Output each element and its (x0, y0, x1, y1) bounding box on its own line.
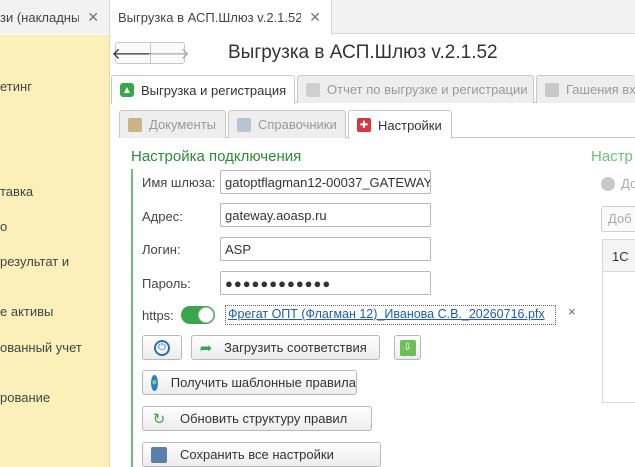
toggle-knob (198, 307, 214, 323)
address-input[interactable]: gateway.aoasp.ru (220, 203, 431, 227)
save-all-settings-button[interactable]: Сохранить все настройки (142, 442, 381, 467)
remove-certificate-icon[interactable]: × (568, 304, 576, 319)
update-rules-structure-button[interactable]: ↻ Обновить структуру правил (142, 406, 372, 431)
settings-tab-bar: Документы Справочники ✚ Настройки (119, 110, 635, 139)
login-input[interactable]: ASP (220, 237, 431, 261)
login-label: Логин: (142, 242, 181, 257)
stamp-icon (545, 82, 559, 97)
forward-arrow-icon[interactable]: 🡒 (147, 43, 190, 63)
tab-documents[interactable]: Документы (119, 110, 226, 138)
tab-settings[interactable]: ✚ Настройки (348, 110, 452, 139)
get-template-rules-button[interactable]: ● Получить шаблонные правила (142, 370, 357, 395)
tab-report[interactable]: Отчет по выгрузке и регистрации (297, 75, 534, 103)
certificate-link[interactable]: Фрегат ОПТ (Флагман 12)_Иванова С.В._202… (225, 305, 556, 325)
button-label: Загрузить соответствия (224, 340, 367, 355)
tab-label: Отчет по выгрузке и регистрации (327, 82, 528, 97)
report-icon (306, 82, 320, 97)
navigation-buttons: 🡐 🡒 (112, 42, 190, 64)
add-button[interactable]: Доб (601, 206, 635, 232)
button-label: Обновить структуру правил (180, 411, 348, 426)
sidebar-item-result[interactable]: результат и (0, 254, 69, 269)
power-icon: ⏻ (154, 339, 170, 356)
password-label: Пароль: (142, 276, 191, 291)
right-panel-subtitle-text: До (621, 176, 635, 191)
import-file-button[interactable]: ⇩ (394, 335, 421, 360)
close-icon[interactable]: ✕ (301, 9, 321, 26)
sidebar-item-planning[interactable]: рование (0, 390, 50, 405)
tab-catalogs[interactable]: Справочники (228, 110, 346, 138)
gear-icon (601, 176, 615, 191)
window-tab-export[interactable]: Выгрузка в АСП.Шлюз v.2.1.52 ✕ (110, 0, 332, 35)
globe-icon: ● (151, 374, 158, 391)
settings-icon: ✚ (357, 118, 371, 132)
tab-redemption[interactable]: Гашения вх (536, 75, 635, 103)
export-form: 🡐 🡒 Выгрузка в АСП.Шлюз v.2.1.52 ▲ Выгру… (111, 35, 635, 467)
column-header-1c[interactable]: 1С (603, 240, 635, 272)
https-label: https: (142, 308, 174, 323)
import-icon: ⇩ (399, 339, 416, 356)
power-button[interactable]: ⏻ (142, 335, 182, 360)
save-icon (151, 446, 167, 463)
sections-sidebar: етинг тавка о результат и е активы ованн… (0, 35, 110, 467)
documents-icon (128, 117, 142, 132)
address-label: Адрес: (142, 209, 183, 224)
tab-label: Справочники (258, 117, 337, 132)
sidebar-item-o[interactable]: о (0, 219, 7, 234)
tab-export-registration[interactable]: ▲ Выгрузка и регистрация (111, 75, 295, 104)
sidebar-item-rates[interactable]: тавка (0, 184, 33, 199)
right-section-title: Настр (591, 148, 633, 165)
right-panel-subtitle: До (601, 176, 635, 191)
https-toggle[interactable] (181, 306, 215, 324)
password-input[interactable]: ●●●●●●●●●●●● (220, 271, 431, 295)
back-arrow-icon[interactable]: 🡐 (112, 43, 154, 63)
form-title: Выгрузка в АСП.Шлюз v.2.1.52 (228, 42, 498, 63)
green-upload-icon: ▲ (120, 83, 134, 97)
tab-label: Гашения вх (566, 82, 635, 97)
section-divider (131, 169, 133, 467)
main-tab-bar: ▲ Выгрузка и регистрация Отчет по выгруз… (111, 75, 635, 104)
sidebar-item-marketing[interactable]: етинг (0, 79, 32, 94)
button-label: Получить шаблонные правила (170, 375, 356, 390)
tab-label: Настройки (378, 117, 442, 133)
sidebar-item-assets[interactable]: е активы (0, 304, 53, 319)
window-tab-label: Выгрузка в АСП.Шлюз v.2.1.52 (118, 10, 302, 25)
catalogs-icon (237, 117, 251, 132)
tab-label: Выгрузка и регистрация (141, 82, 287, 98)
tab-label: Документы (149, 117, 217, 132)
load-mapping-button[interactable]: ➦ Загрузить соответствия (191, 335, 380, 360)
gateway-label: Имя шлюза: (142, 175, 216, 190)
refresh-icon: ↻ (152, 410, 166, 428)
button-label: Сохранить все настройки (180, 447, 334, 462)
arrow-right-icon: ➦ (199, 339, 213, 357)
close-icon[interactable]: ✕ (79, 9, 99, 26)
mapping-table: 1С (602, 239, 635, 403)
gateway-name-input[interactable]: gatoptflagman12-00037_GATEWAY (220, 170, 431, 194)
connection-section-title: Настройка подключения (131, 148, 302, 165)
sidebar-item-accounting[interactable]: ованный учет (0, 340, 82, 355)
window-tab-bar: зи (накладные) ✕ Выгрузка в АСП.Шлюз v.2… (0, 0, 635, 35)
window-tab-label: зи (накладные) (0, 9, 80, 25)
window-tab-invoices[interactable]: зи (накладные) ✕ (0, 0, 110, 34)
